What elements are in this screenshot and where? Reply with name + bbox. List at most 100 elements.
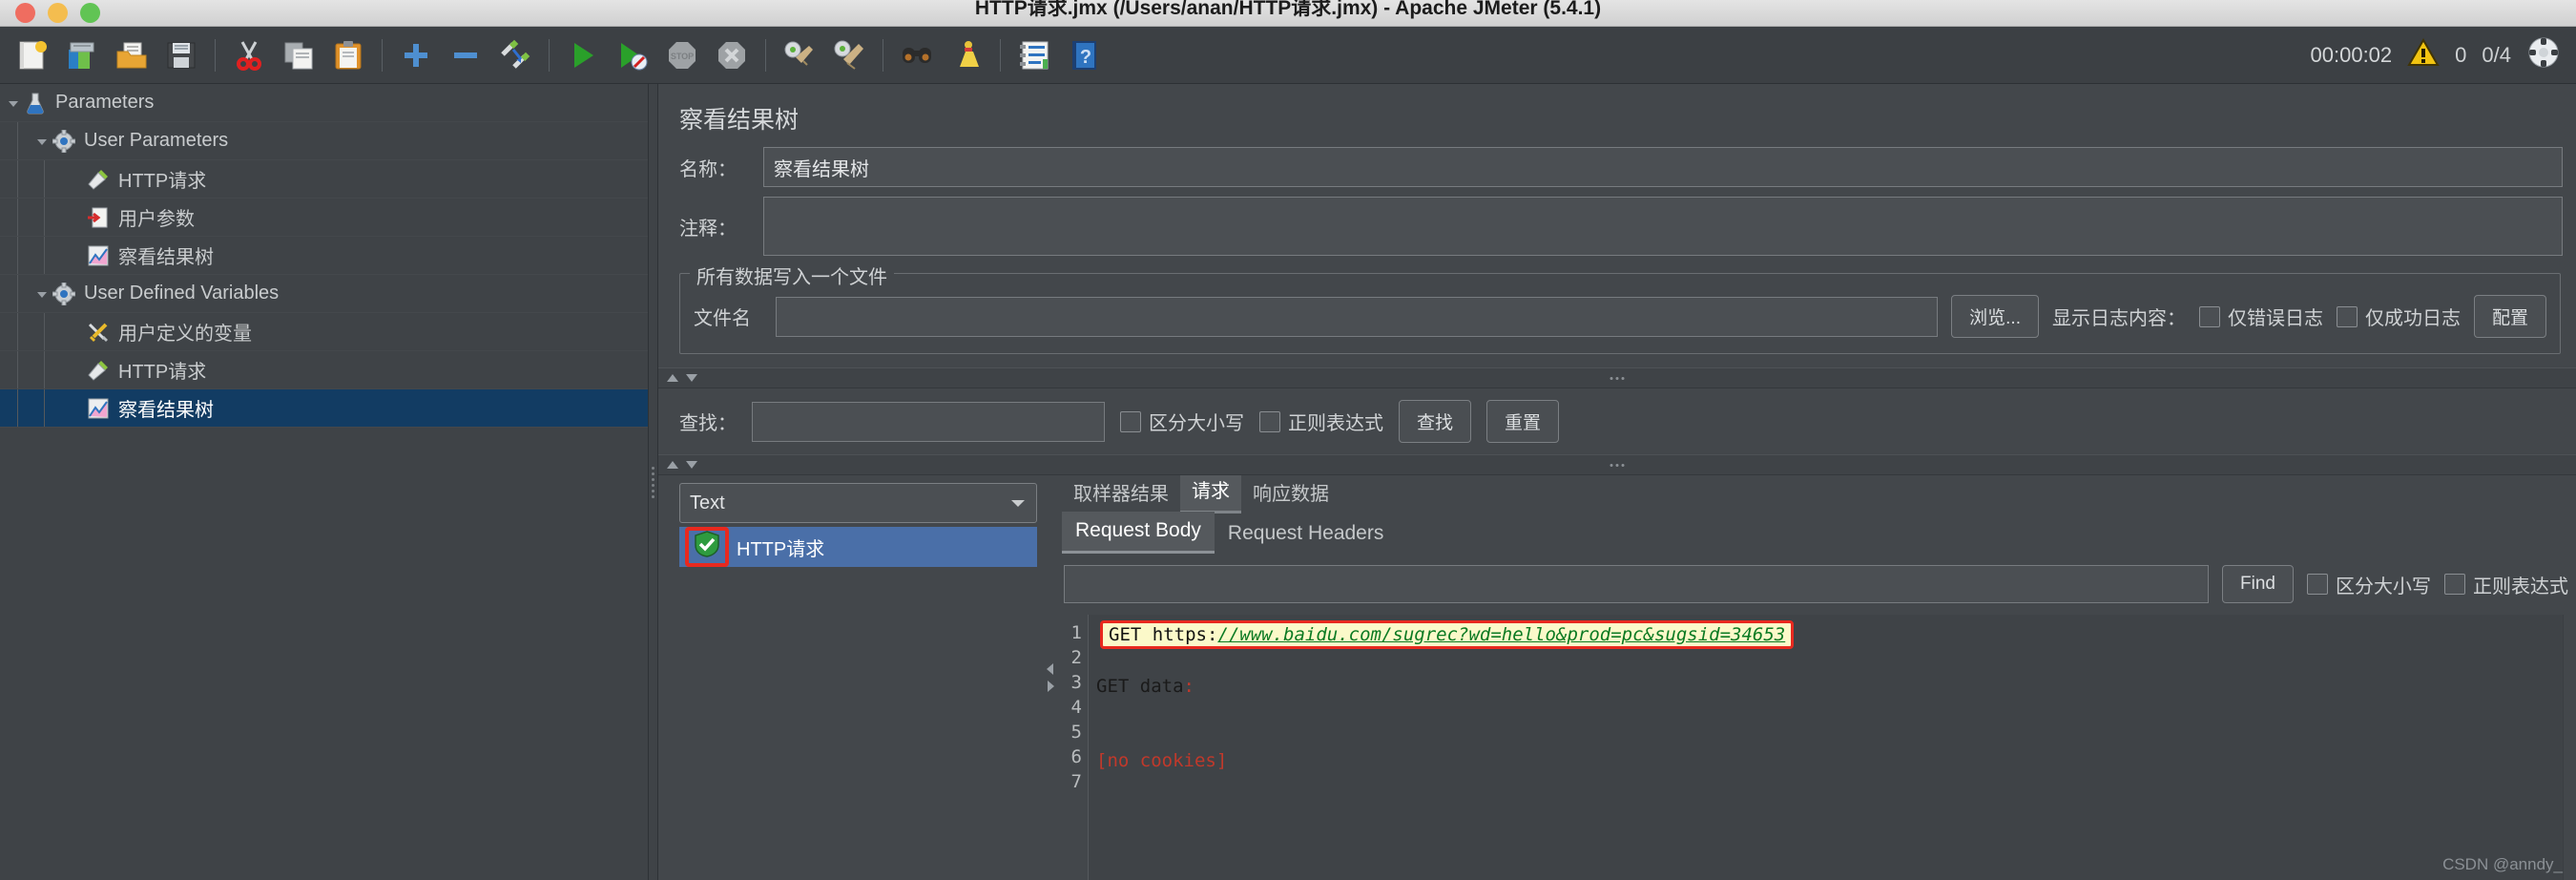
expand-all-icon[interactable]: [391, 31, 441, 80]
tab-response-data[interactable]: 响应数据: [1241, 475, 1340, 513]
splitter-grip-icon: [1610, 376, 1625, 380]
write-all-data-to-file-group: 所有数据写入一个文件 文件名 浏览... 显示日志内容： 仅错误日志 仅成功日志…: [679, 262, 2561, 354]
code-line-1[interactable]: GET https://www.baidu.com/sugrec?wd=hell…: [1089, 620, 2563, 649]
start-no-pauses-icon[interactable]: [608, 31, 657, 80]
search-icon[interactable]: [892, 31, 942, 80]
tree-item-label: HTTP请求: [118, 171, 207, 192]
title-bar: HTTP请求.jmx (/Users/anan/HTTP请求.jmx) - Ap…: [0, 0, 2576, 27]
tab-request[interactable]: 请求: [1180, 475, 1241, 513]
search-regex-wrap[interactable]: 正则表达式: [1259, 408, 1383, 435]
annotation-highlight-box: [685, 527, 729, 567]
find-button[interactable]: Find: [2222, 565, 2294, 603]
search-reset-button[interactable]: 重置: [1486, 400, 1560, 443]
main-toolbar[interactable]: STOP ? 00:00:02 0 0/4: [0, 27, 2576, 84]
tree-item-label: 用户参数: [118, 209, 195, 230]
tree-item-http-request-2[interactable]: HTTP请求: [0, 351, 648, 389]
comment-label: 注释：: [679, 218, 737, 240]
code-content[interactable]: GET https://www.baidu.com/sugrec?wd=hell…: [1089, 615, 2563, 880]
find-case-sensitive-wrap[interactable]: 区分大小写: [2307, 571, 2431, 598]
splitter-grip-icon: [1610, 463, 1625, 467]
code-vertical-scrollbar[interactable]: [2563, 615, 2576, 880]
tree-item-user-defined-variables[interactable]: 用户定义的变量: [0, 313, 648, 351]
code-colon: :: [1183, 676, 1195, 697]
tree-item-view-results-tree-1[interactable]: 察看结果树: [0, 237, 648, 275]
find-case-sensitive-checkbox[interactable]: [2307, 574, 2328, 595]
errors-only-checkbox-wrap[interactable]: 仅错误日志: [2198, 303, 2323, 330]
filename-input[interactable]: [776, 296, 1939, 337]
chevron-down-icon[interactable]: [32, 132, 52, 151]
search-input[interactable]: [752, 401, 1105, 442]
clear-all-icon[interactable]: [824, 31, 874, 80]
tree-item-view-results-tree-2[interactable]: 察看结果树: [0, 389, 648, 428]
test-plan-tree[interactable]: Parameters User Parameters HTTP请求 用户参数 察…: [0, 84, 649, 880]
splitter-arrows[interactable]: [666, 459, 698, 471]
toggle-icon[interactable]: [490, 31, 540, 80]
subtab-request-body[interactable]: Request Body: [1062, 512, 1215, 554]
search-regex-checkbox[interactable]: [1259, 410, 1280, 432]
search-row: 查找： 区分大小写 正则表达式 查找 重置: [658, 388, 2576, 454]
paste-icon[interactable]: [323, 31, 373, 80]
collapse-all-icon[interactable]: [441, 31, 490, 80]
configure-button[interactable]: 配置: [2473, 295, 2546, 338]
tree-item-user-parameters-group[interactable]: User Parameters: [0, 122, 648, 160]
errors-only-label: 仅错误日志: [2227, 308, 2323, 329]
find-input[interactable]: [1064, 565, 2210, 603]
subtab-request-headers[interactable]: Request Headers: [1215, 514, 1397, 554]
code-url[interactable]: //www.baidu.com/sugrec?wd=hello&prod=pc&…: [1217, 624, 1785, 645]
save-icon[interactable]: [156, 31, 206, 80]
tab-sampler-result[interactable]: 取样器结果: [1062, 475, 1180, 513]
function-helper-icon[interactable]: [1009, 31, 1059, 80]
browse-button[interactable]: 浏览...: [1951, 295, 2039, 338]
success-only-checkbox[interactable]: [2336, 305, 2358, 327]
search-case-sensitive-wrap[interactable]: 区分大小写: [1120, 408, 1244, 435]
horizontal-splitter-bottom[interactable]: [658, 454, 2576, 475]
chevron-down-icon[interactable]: [1009, 492, 1027, 514]
result-tabs[interactable]: 取样器结果 请求 响应数据: [1056, 475, 2576, 513]
main-vertical-splitter[interactable]: [649, 84, 658, 880]
warning-triangle-icon[interactable]: [2407, 37, 2440, 73]
open-folder-icon[interactable]: [107, 31, 156, 80]
request-subtabs[interactable]: Request Body Request Headers: [1056, 512, 2576, 554]
cut-icon[interactable]: [224, 31, 274, 80]
horizontal-splitter-top[interactable]: [658, 367, 2576, 388]
clear-icon[interactable]: [775, 31, 824, 80]
find-regex-wrap[interactable]: 正则表达式: [2444, 571, 2568, 598]
tree-item-http-request-1[interactable]: HTTP请求: [0, 160, 648, 199]
result-detail-pane: 取样器结果 请求 响应数据 Request Body Request Heade…: [1056, 475, 2576, 880]
chevron-down-icon[interactable]: [4, 94, 23, 113]
results-vertical-splitter[interactable]: [1045, 475, 1056, 880]
sampler-result-tree[interactable]: HTTP请求: [679, 527, 1037, 567]
code-method: GET https:: [1109, 624, 1218, 645]
start-icon[interactable]: [558, 31, 608, 80]
sampler-result-item[interactable]: HTTP请求: [679, 527, 1037, 567]
name-field-row: 名称：: [658, 147, 2576, 187]
chevron-down-icon[interactable]: [32, 284, 52, 304]
reset-search-icon[interactable]: [942, 31, 991, 80]
view-results-tree-icon: [86, 243, 111, 268]
name-input[interactable]: [763, 147, 2563, 187]
success-only-checkbox-wrap[interactable]: 仅成功日志: [2336, 303, 2461, 330]
comment-input[interactable]: [763, 197, 2563, 256]
renderer-dropdown[interactable]: Text: [679, 483, 1037, 523]
search-label: 查找：: [679, 413, 737, 434]
request-body-viewer[interactable]: 1 2 3 4 5 6 7 GET https://www.baidu.com/…: [1056, 615, 2576, 880]
collapse-down-icon: [686, 374, 697, 382]
copy-icon[interactable]: [274, 31, 323, 80]
find-regex-checkbox[interactable]: [2444, 574, 2465, 595]
user-defined-variables-icon: [86, 320, 111, 345]
warning-count: 0: [2455, 42, 2467, 67]
search-find-button[interactable]: 查找: [1399, 400, 1472, 443]
errors-only-checkbox[interactable]: [2198, 305, 2220, 327]
remote-engines-icon[interactable]: [2526, 35, 2561, 75]
templates-icon[interactable]: [57, 31, 107, 80]
splitter-arrows[interactable]: [666, 372, 698, 384]
help-icon[interactable]: ?: [1059, 31, 1109, 80]
tree-item-parameters[interactable]: Parameters: [0, 84, 648, 122]
new-file-icon[interactable]: [8, 31, 57, 80]
tree-item-label: Parameters: [55, 92, 155, 113]
tree-item-user-defined-variables-group[interactable]: User Defined Variables: [0, 275, 648, 313]
svg-text:?: ?: [1080, 47, 1091, 68]
thread-group-icon: [52, 282, 76, 306]
search-case-sensitive-checkbox[interactable]: [1120, 410, 1141, 432]
tree-item-user-parameters[interactable]: 用户参数: [0, 199, 648, 237]
